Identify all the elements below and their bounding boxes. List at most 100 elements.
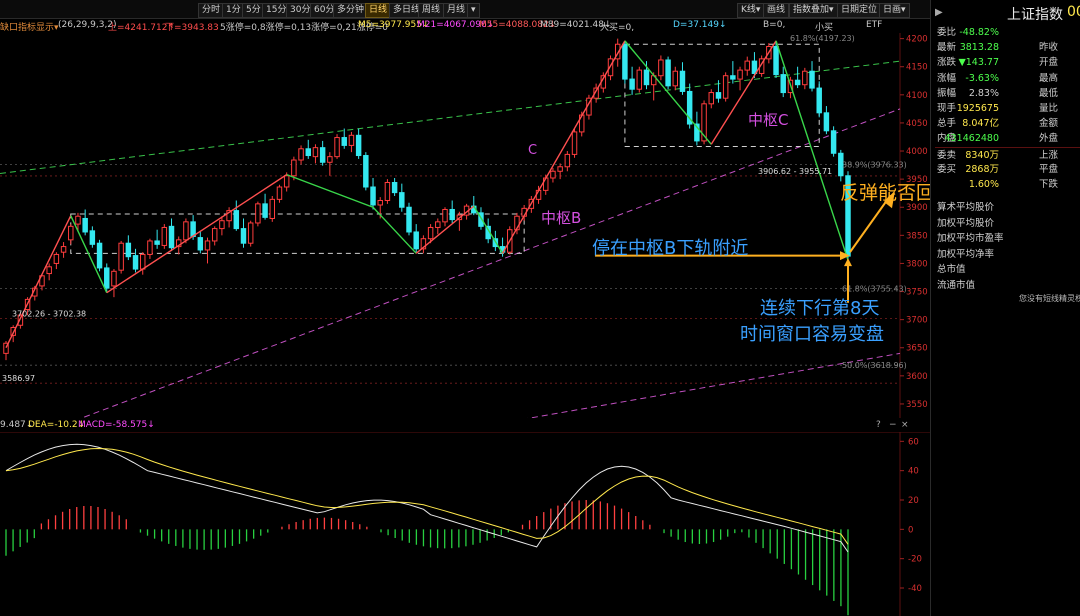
candle-body (794, 79, 801, 86)
candle-body (816, 87, 822, 114)
macd-tick-label: 60 (908, 437, 919, 447)
candle-body (233, 210, 240, 230)
price-level-label: 3702.26 - 3702.38 (12, 309, 86, 318)
quote-value: 431462480 (944, 133, 999, 145)
quote-stat-item: 总市值 (937, 264, 966, 275)
toolbar-right-button-0[interactable]: K线▾ (737, 3, 765, 18)
candle-body (154, 240, 160, 245)
quote-row: 振幅 2.83% 最低 (935, 86, 1080, 101)
zigzag-stroke (5, 215, 72, 349)
index-name: 上证指数 (1007, 7, 1063, 23)
candle-body (132, 255, 139, 270)
quote-label: 委买 (937, 163, 957, 175)
quote-value: 1.60% (968, 179, 999, 190)
indicator-value-11: B=0, (763, 20, 786, 30)
candle-body (406, 206, 412, 233)
quote-label: 总手 (937, 118, 957, 130)
candle-body (679, 70, 686, 92)
quote-label-2: 上涨 (1039, 149, 1059, 161)
indicator-value-0[interactable]: 缺口指标显示▾ (0, 20, 59, 33)
quote-row: 委比 -48.82% (935, 25, 1080, 40)
macd-value-1: DEA=-10.2↓ (28, 420, 86, 430)
period-tab-11[interactable]: ▾ (467, 3, 480, 18)
dif-line (5, 443, 849, 553)
quote-value: -48.82% (959, 27, 999, 38)
quote-label-2: 昨收 (1039, 42, 1059, 54)
quote-row: 委卖 8340万 上涨 (935, 146, 1080, 163)
macd-tick-label: 40 (908, 467, 919, 477)
candle-body (89, 230, 96, 245)
quote-stat-item: 算术平均股价 (937, 202, 995, 213)
period-tab-7[interactable]: 日线 (365, 3, 392, 18)
quote-label-2: 下跌 (1039, 179, 1059, 190)
candle-body (643, 69, 650, 86)
c-point-label: C (528, 143, 538, 158)
period-tab-9[interactable]: 周线 (418, 3, 445, 18)
indicator-legend: 缺口指标显示▾ (26,29,9,3,2) 上=4241.712↑ 下=3943.83… (0, 19, 930, 33)
collapse-icon[interactable]: ▶ (935, 7, 943, 18)
macd-tick-label: -20 (908, 555, 922, 565)
candle-body (413, 231, 419, 250)
candle-body (104, 267, 110, 289)
quote-label-2: 外盘 (1039, 133, 1059, 145)
y-tick-label: 3600 (906, 372, 928, 382)
price-level-label: 61.8%(4197.23) (790, 34, 855, 43)
main-price-chart[interactable]: 3550360036503700375038003850390039504000… (0, 33, 930, 418)
candle-body (118, 242, 124, 271)
help-icon[interactable]: ? (876, 420, 881, 430)
quote-label-2: 量比 (1039, 103, 1059, 114)
period-tab-10[interactable]: 月线 (443, 3, 470, 18)
macd-chart[interactable]: 60 40 20 0 -20 -40 (0, 432, 930, 616)
candle-body (773, 45, 779, 76)
candle-body (557, 166, 563, 172)
quote-row: 总手 8.047亿 金额 (935, 116, 1080, 131)
indicator-value-13: ETF (866, 20, 883, 30)
candle-body (262, 203, 268, 218)
quote-label-2: 开盘 (1039, 57, 1059, 69)
macd-tick-label: -40 (908, 584, 922, 594)
toolbar-right-button-4[interactable]: 日画▾ (879, 3, 910, 18)
candle-body (658, 59, 664, 77)
quote-row: 内盘 431462480 外盘 (935, 131, 1080, 146)
quote-label: 现手 (937, 103, 957, 114)
candle-body (255, 203, 261, 224)
candle-body (384, 182, 391, 201)
candle-body (219, 220, 225, 230)
quote-panel: ▶ 上证指数 000 委比-48.82%最新3813.28昨收涨跌▼143.77… (930, 0, 1080, 616)
candle-body (348, 134, 355, 146)
y-tick-label: 3800 (906, 259, 928, 269)
toolbar-right-button-3[interactable]: 日期定位 (837, 3, 882, 18)
candle-body (622, 43, 628, 80)
minimize-icon[interactable]: − (889, 420, 897, 430)
quote-value: 2868万 (965, 163, 999, 175)
candle-body (283, 175, 290, 188)
index-code: 000 (1067, 4, 1080, 20)
y-tick-label: 4150 (906, 63, 928, 73)
candle-body (780, 74, 786, 94)
quote-label-2: 最高 (1039, 72, 1059, 84)
candle-body (334, 137, 340, 158)
zigzag-stroke (106, 174, 288, 294)
zigzag-stroke (286, 173, 374, 208)
y-tick-label: 3700 (906, 316, 928, 326)
quote-stat-item: 流通市值 (937, 279, 976, 291)
toolbar-right-button-2[interactable]: 指数叠加▾ (789, 3, 838, 18)
candle-body (183, 221, 189, 241)
candle-body (550, 170, 556, 179)
y-tick-label: 3750 (906, 288, 928, 298)
period-tab-0[interactable]: 分时 (198, 3, 225, 18)
candle-body (82, 217, 88, 233)
candle-body (75, 215, 81, 225)
macd-value-2: MACD=-58.575↓ (78, 420, 155, 430)
candle-body (168, 225, 175, 249)
candle-body (111, 270, 117, 287)
candle-body (291, 159, 297, 177)
close-icon[interactable]: × (901, 420, 909, 430)
quote-label: 涨跌 (937, 57, 957, 69)
period-tab-6[interactable]: 多分钟 (333, 3, 369, 18)
toolbar-right-button-1[interactable]: 画线 (763, 3, 790, 18)
quote-header: ▶ 上证指数 000 (931, 4, 1080, 24)
y-tick-label: 3650 (906, 344, 928, 354)
quote-label: 振幅 (937, 87, 957, 99)
candle-body (319, 147, 326, 163)
